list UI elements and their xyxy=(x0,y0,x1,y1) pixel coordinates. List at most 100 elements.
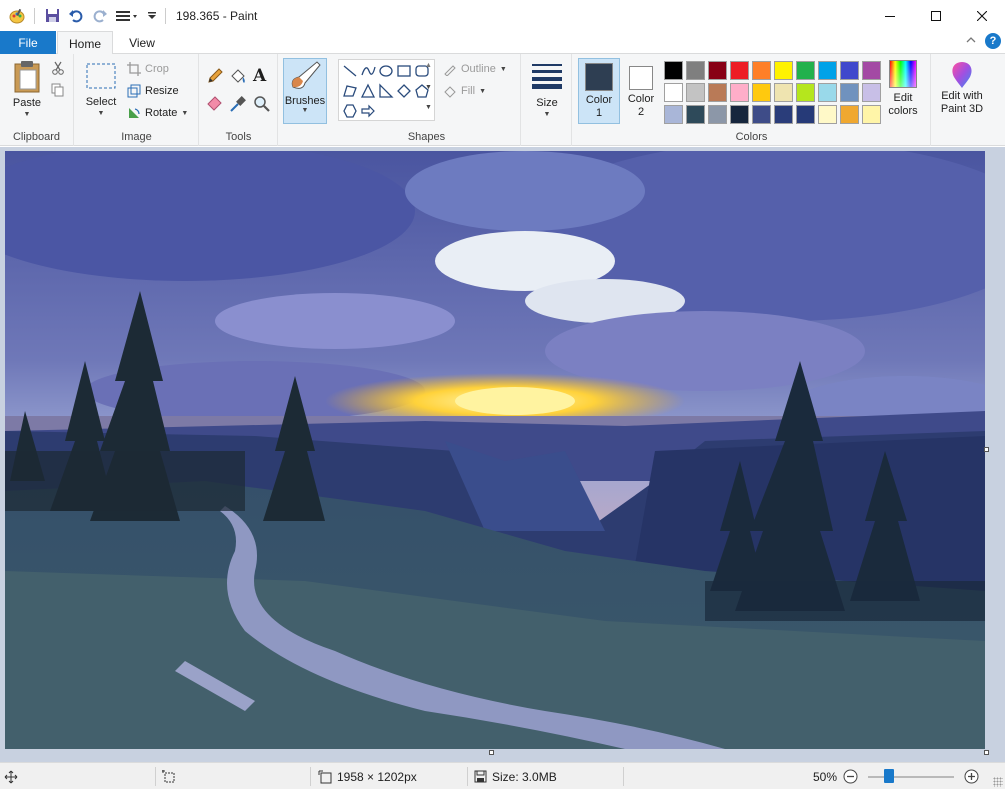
zoom-in-button[interactable] xyxy=(964,763,979,789)
copy-icon[interactable] xyxy=(51,83,65,100)
resize-handle-right[interactable] xyxy=(984,447,989,452)
palette-swatch[interactable] xyxy=(818,61,837,80)
customize-toolbar-icon[interactable] xyxy=(113,5,143,27)
tab-view[interactable]: View xyxy=(114,31,170,54)
hexagon-shape-icon[interactable] xyxy=(341,101,359,121)
resize-button[interactable]: Resize xyxy=(127,84,179,98)
triangle-shape-icon[interactable] xyxy=(359,81,377,101)
drawing-canvas[interactable] xyxy=(5,151,985,749)
toolbar-dropdown-icon[interactable] xyxy=(145,5,159,27)
cut-icon[interactable] xyxy=(51,61,65,78)
polygon-shape-icon[interactable] xyxy=(341,81,359,101)
resize-handle-bottom[interactable] xyxy=(489,750,494,755)
paste-button[interactable]: Paste ▼ xyxy=(8,60,46,121)
selection-size xyxy=(162,763,176,789)
palette-swatch[interactable] xyxy=(664,83,683,102)
right-triangle-shape-icon[interactable] xyxy=(377,81,395,101)
zoom-out-button[interactable] xyxy=(843,763,858,789)
color-picker-icon[interactable] xyxy=(229,95,247,116)
palette-swatch[interactable] xyxy=(686,61,705,80)
tab-file[interactable]: File xyxy=(0,31,56,54)
minimize-button[interactable] xyxy=(867,0,913,31)
text-tool-icon[interactable]: A xyxy=(253,66,266,86)
palette-swatch[interactable] xyxy=(818,105,837,124)
shapes-gallery xyxy=(338,59,435,121)
color1-button[interactable]: Color 1 xyxy=(578,58,620,124)
redo-icon[interactable] xyxy=(89,5,111,27)
palette-swatch[interactable] xyxy=(796,83,815,102)
shapes-scroll-down-icon[interactable]: ▼ xyxy=(425,84,432,91)
palette-swatch[interactable] xyxy=(862,105,881,124)
palette-swatch[interactable] xyxy=(774,61,793,80)
oval-shape-icon[interactable] xyxy=(377,61,395,81)
outline-button[interactable]: Outline ▼ xyxy=(443,62,507,76)
shapes-scroll-up-icon[interactable]: ▲ xyxy=(425,62,432,69)
right-arrow-shape-icon[interactable] xyxy=(359,101,377,121)
rotate-button[interactable]: Rotate ▼ xyxy=(127,106,188,120)
diamond-shape-icon[interactable] xyxy=(395,81,413,101)
palette-swatch[interactable] xyxy=(686,83,705,102)
resize-handle-corner[interactable] xyxy=(984,750,989,755)
color2-button[interactable]: Color 2 xyxy=(622,58,660,124)
select-dropdown-icon: ▼ xyxy=(97,110,105,117)
fill-button[interactable]: Fill ▼ xyxy=(443,84,486,98)
palette-swatch[interactable] xyxy=(708,105,727,124)
palette-swatch[interactable] xyxy=(862,83,881,102)
palette-swatch[interactable] xyxy=(840,83,859,102)
palette-swatch[interactable] xyxy=(730,105,749,124)
magnifier-icon[interactable] xyxy=(253,95,271,116)
zoom-level-text: 50% xyxy=(813,769,838,784)
save-icon[interactable] xyxy=(41,5,63,27)
canvas-workspace[interactable] xyxy=(0,147,1005,762)
palette-swatch[interactable] xyxy=(708,61,727,80)
pencil-icon[interactable] xyxy=(206,67,224,88)
color-palette xyxy=(663,60,883,126)
palette-swatch[interactable] xyxy=(708,83,727,102)
rotate-dropdown-icon: ▼ xyxy=(181,109,189,117)
eraser-icon[interactable] xyxy=(206,95,224,116)
size-grip-icon[interactable] xyxy=(993,777,1003,787)
palette-swatch[interactable] xyxy=(774,83,793,102)
palette-swatch[interactable] xyxy=(664,105,683,124)
palette-swatch[interactable] xyxy=(840,105,859,124)
rectangle-shape-icon[interactable] xyxy=(395,61,413,81)
image-dimensions-icon xyxy=(318,770,332,783)
image-dimensions-text: 1958 × 1202px xyxy=(337,769,417,784)
undo-icon[interactable] xyxy=(65,5,87,27)
zoom-slider-track[interactable] xyxy=(868,776,954,778)
palette-swatch[interactable] xyxy=(730,61,749,80)
brushes-button[interactable]: Brushes ▼ xyxy=(283,58,327,124)
palette-swatch[interactable] xyxy=(686,105,705,124)
shapes-expand-icon[interactable]: ▼ xyxy=(425,104,432,111)
palette-swatch[interactable] xyxy=(752,83,771,102)
image-group-label: Image xyxy=(121,131,152,143)
zoom-slider-thumb[interactable] xyxy=(884,769,894,783)
edit-with-paint3d-button[interactable]: Edit with Paint 3D xyxy=(934,60,990,116)
palette-swatch[interactable] xyxy=(752,105,771,124)
palette-swatch[interactable] xyxy=(796,61,815,80)
status-bar: 1958 × 1202px Size: 3.0MB 50% xyxy=(0,762,1005,789)
palette-swatch[interactable] xyxy=(862,61,881,80)
close-button[interactable] xyxy=(959,0,1005,31)
quick-access-toolbar xyxy=(0,0,170,31)
paint3d-group: Edit with Paint 3D xyxy=(932,54,1005,146)
palette-swatch[interactable] xyxy=(774,105,793,124)
edit-colors-button[interactable]: Edit colors xyxy=(882,60,924,118)
palette-swatch[interactable] xyxy=(730,83,749,102)
help-icon[interactable]: ? xyxy=(985,33,1001,49)
palette-swatch[interactable] xyxy=(796,105,815,124)
curve-shape-icon[interactable] xyxy=(359,61,377,81)
size-button[interactable]: Size ▼ xyxy=(529,62,565,121)
palette-swatch[interactable] xyxy=(752,61,771,80)
select-button[interactable]: Select ▼ xyxy=(83,62,119,120)
tab-home[interactable]: Home xyxy=(57,31,113,55)
palette-swatch[interactable] xyxy=(818,83,837,102)
maximize-button[interactable] xyxy=(913,0,959,31)
paint-app-icon[interactable] xyxy=(6,5,28,27)
fill-bucket-icon[interactable] xyxy=(229,67,247,88)
line-shape-icon[interactable] xyxy=(341,61,359,81)
crop-button[interactable]: Crop xyxy=(127,62,169,76)
collapse-ribbon-icon[interactable] xyxy=(965,34,977,48)
palette-swatch[interactable] xyxy=(664,61,683,80)
palette-swatch[interactable] xyxy=(840,61,859,80)
